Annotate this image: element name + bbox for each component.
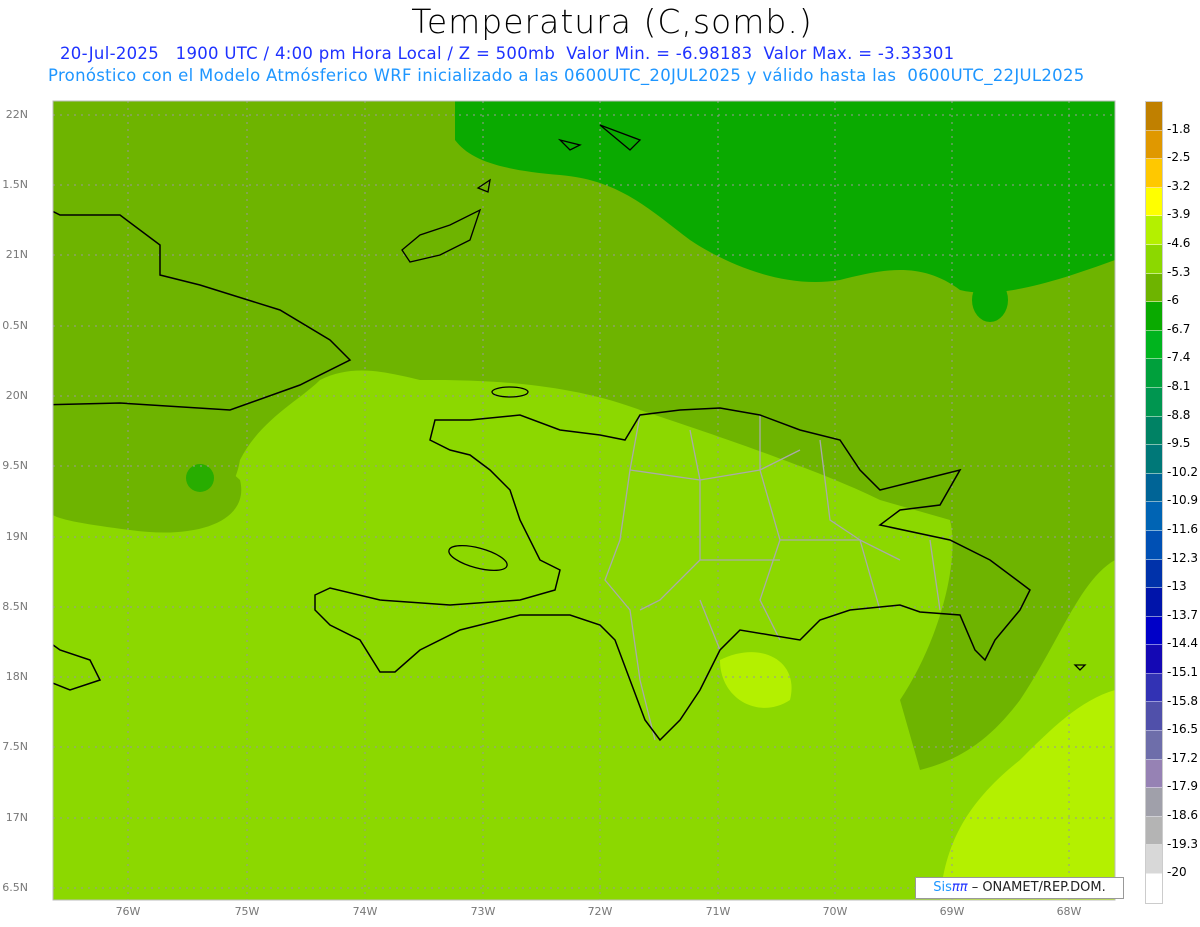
colorbar-swatch <box>1146 845 1162 875</box>
field-patch-cold <box>972 278 1008 322</box>
colorbar-swatch <box>1146 759 1162 789</box>
lat-label: 7.5N <box>2 740 28 753</box>
temperature-map <box>52 100 1116 901</box>
colorbar-label: -18.6 <box>1167 808 1199 822</box>
colorbar-swatch <box>1146 645 1162 674</box>
colorbar-swatch <box>1146 616 1162 646</box>
colorbar-label: -8.8 <box>1167 407 1191 422</box>
colorbar-swatch <box>1146 788 1162 817</box>
colorbar-swatch <box>1146 731 1162 760</box>
colorbar-swatch <box>1146 874 1162 903</box>
lon-label: 70W <box>822 905 848 918</box>
lat-label: 19N <box>5 530 28 543</box>
colorbar-swatch <box>1146 102 1162 131</box>
colorbar-swatch <box>1146 473 1162 503</box>
colorbar-label: -10.2 <box>1167 464 1199 479</box>
colorbar <box>1145 101 1163 904</box>
colorbar-label: -6.7 <box>1167 321 1191 336</box>
colorbar-label: -15.1 <box>1167 665 1199 679</box>
lon-label: 75W <box>234 905 260 918</box>
colorbar-label: -8.1 <box>1167 379 1191 393</box>
colorbar-swatch <box>1146 130 1162 160</box>
colorbar-label: -2.5 <box>1167 150 1191 165</box>
field-patch-cold <box>186 464 214 492</box>
lat-label: 9.5N <box>2 459 28 472</box>
lon-label: 68W <box>1056 905 1082 918</box>
colorbar-swatch <box>1146 445 1162 474</box>
colorbar-swatch <box>1146 387 1162 417</box>
colorbar-swatch <box>1146 159 1162 188</box>
colorbar-label: -11.6 <box>1167 522 1199 536</box>
credit-box: Sisππ – ONAMET/REP.DOM. <box>915 877 1124 899</box>
colorbar-label: -15.8 <box>1167 693 1199 708</box>
colorbar-label: -13 <box>1167 579 1187 594</box>
colorbar-label: -7.4 <box>1167 350 1191 365</box>
colorbar-label: -13.7 <box>1167 607 1199 622</box>
credit-org: – ONAMET/REP.DOM. <box>967 880 1106 895</box>
lat-label: 22N <box>5 108 28 121</box>
colorbar-swatch <box>1146 816 1162 846</box>
lon-label: 76W <box>115 905 141 918</box>
lat-label: 8.5N <box>2 600 28 613</box>
lat-label: 6.5N <box>2 881 28 894</box>
lon-label: 69W <box>939 905 965 918</box>
colorbar-label: -17.9 <box>1167 779 1199 794</box>
colorbar-swatch <box>1146 273 1162 303</box>
colorbar-swatch <box>1146 302 1162 331</box>
colorbar-label: -12.3 <box>1167 550 1199 565</box>
lat-label: 1.5N <box>2 178 28 191</box>
colorbar-label: -14.4 <box>1167 636 1199 651</box>
colorbar-swatch <box>1146 216 1162 245</box>
colorbar-swatch <box>1146 673 1162 703</box>
lon-label: 73W <box>470 905 496 918</box>
colorbar-swatch <box>1146 502 1162 531</box>
colorbar-label: -16.5 <box>1167 722 1199 737</box>
lat-label: 0.5N <box>2 319 28 332</box>
lon-label: 72W <box>587 905 613 918</box>
colorbar-swatch <box>1146 559 1162 589</box>
lon-label: 74W <box>352 905 378 918</box>
lon-label: 71W <box>705 905 731 918</box>
credit-pi-logo: ππ <box>951 880 968 895</box>
colorbar-label: -3.9 <box>1167 207 1191 222</box>
colorbar-label: -17.2 <box>1167 750 1199 765</box>
colorbar-label: -4.6 <box>1167 236 1191 250</box>
lat-label: 18N <box>5 670 28 683</box>
colorbar-swatch <box>1146 244 1162 274</box>
colorbar-swatch <box>1146 702 1162 732</box>
colorbar-swatch <box>1146 330 1162 360</box>
colorbar-label: -3.2 <box>1167 178 1191 193</box>
credit-sis: Sis <box>933 880 952 895</box>
colorbar-label: -20 <box>1167 865 1187 880</box>
colorbar-label: -1.8 <box>1167 121 1191 136</box>
lat-label: 20N <box>5 389 28 402</box>
colorbar-swatch <box>1146 187 1162 217</box>
colorbar-label: -5.3 <box>1167 264 1191 279</box>
colorbar-label: -6 <box>1167 293 1179 308</box>
colorbar-swatch <box>1146 416 1162 446</box>
colorbar-swatch <box>1146 359 1162 388</box>
colorbar-label: -9.5 <box>1167 436 1191 451</box>
lat-label: 21N <box>5 248 28 261</box>
colorbar-label: -10.9 <box>1167 493 1199 508</box>
colorbar-swatch <box>1146 530 1162 560</box>
colorbar-label: -19.3 <box>1167 836 1199 851</box>
colorbar-swatch <box>1146 588 1162 617</box>
lat-label: 17N <box>5 811 28 824</box>
